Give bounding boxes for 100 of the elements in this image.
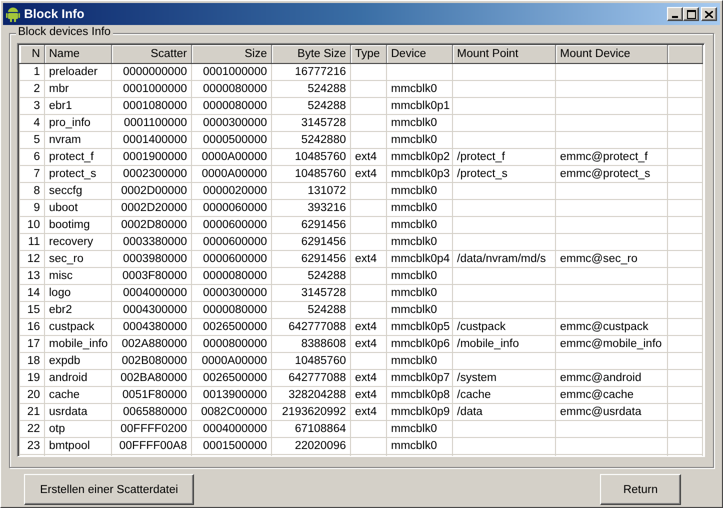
table-cell: 0004000000 (192, 420, 272, 438)
table-cell: 0000A00000 (192, 148, 272, 166)
table-cell: 12 (20, 250, 44, 268)
table-cell: ext4 (350, 148, 386, 166)
column-header[interactable]: Mount Device (556, 45, 668, 64)
table-cell: 0003380000 (112, 234, 192, 250)
create-scatter-button[interactable]: Erstellen einer Scatterdatei (24, 474, 194, 505)
table-cell: uboot (44, 200, 112, 216)
column-header[interactable]: Type (350, 45, 386, 64)
table-cell: 0013900000 (192, 386, 272, 404)
minimize-button[interactable] (667, 7, 683, 21)
column-header[interactable]: Byte Size (272, 45, 350, 64)
table-cell: 0000300000 (192, 114, 272, 132)
table-cell: 0082C00000 (192, 404, 272, 420)
table-cell: 0000020000 (192, 182, 272, 200)
return-button[interactable]: Return (600, 474, 681, 505)
table-cell: mmcblk0 (386, 302, 452, 318)
group-title: Block devices Info (16, 26, 113, 38)
table-cell: sec_ro (44, 250, 112, 268)
table-cell: 524288 (272, 268, 350, 284)
table-cell: emmc@android (556, 370, 668, 386)
table-cell: 328204288 (272, 386, 350, 404)
table-cell: 0000600000 (192, 250, 272, 268)
table-cell: emmc@custpack (556, 318, 668, 336)
table-cell: mmcblk0 (386, 352, 452, 370)
table-cell: 7 (20, 166, 44, 182)
table-cell: mmcblk0p5 (386, 318, 452, 336)
column-header[interactable]: Name (44, 45, 112, 64)
table-cell: mmcblk0 (386, 200, 452, 216)
column-header[interactable]: Size (192, 45, 272, 64)
table-cell: 2 (20, 80, 44, 98)
table-cell: 0001000000 (112, 80, 192, 98)
table-cell: 9 (20, 200, 44, 216)
table-cell: emmc@usrdata (556, 404, 668, 420)
table-cell: mmcblk0 (386, 114, 452, 132)
table-cell: 0000800000 (192, 336, 272, 352)
column-header[interactable]: N (20, 45, 44, 64)
table-cell: 16 (20, 318, 44, 336)
table-cell: 18 (20, 352, 44, 370)
table-cell: 17 (20, 336, 44, 352)
table-cell: ext4 (350, 318, 386, 336)
table-cell: 0000600000 (192, 216, 272, 234)
table-cell: custpack (44, 318, 112, 336)
table-cell: 0001500000 (192, 438, 272, 454)
table-cell: android (44, 370, 112, 386)
table-cell: 524288 (272, 302, 350, 318)
table-cell: emmc@protect_s (556, 166, 668, 182)
column-header[interactable]: Mount Point (452, 45, 556, 64)
close-button[interactable] (701, 7, 717, 21)
table-cell: 1 (20, 64, 44, 80)
table-cell: 22020096 (272, 438, 350, 454)
table-cell: 0026500000 (192, 370, 272, 386)
table-cell: 23 (20, 438, 44, 454)
table-cell: mmcblk0 (386, 284, 452, 302)
table-cell: mmcblk0 (386, 234, 452, 250)
table-cell: cache (44, 386, 112, 404)
table-cell: /data (452, 404, 556, 420)
table-cell: /protect_f (452, 148, 556, 166)
close-icon (705, 10, 713, 18)
table-cell: 19 (20, 370, 44, 386)
table-cell: bootimg (44, 216, 112, 234)
table-cell: 0003F80000 (112, 268, 192, 284)
table-cell: mmcblk0p7 (386, 370, 452, 386)
table-cell: /system (452, 370, 556, 386)
table-cell: 00FFFF00A8 (112, 438, 192, 454)
table-cell: 00FFFF0200 (112, 420, 192, 438)
table-cell: 5242880 (272, 132, 350, 148)
table-cell: 16777216 (272, 64, 350, 80)
table-cell: 3145728 (272, 284, 350, 302)
table-cell: 6291456 (272, 234, 350, 250)
table-cell: emmc@mobile_info (556, 336, 668, 352)
table-cell: mmcblk0p6 (386, 336, 452, 352)
table-cell: 5 (20, 132, 44, 148)
table-cell: 6291456 (272, 250, 350, 268)
table-cell: 22 (20, 420, 44, 438)
table-cell: mmcblk0p4 (386, 250, 452, 268)
table-cell: 0002D00000 (112, 182, 192, 200)
table-cell: usrdata (44, 404, 112, 420)
table-cell: emmc@sec_ro (556, 250, 668, 268)
table-cell: 13 (20, 268, 44, 284)
table-cell: 2193620992 (272, 404, 350, 420)
table-cell: pro_info (44, 114, 112, 132)
table-cell: emmc@cache (556, 386, 668, 404)
column-header[interactable]: Scatter (112, 45, 192, 64)
table-cell: 0001400000 (112, 132, 192, 148)
table-cell: bmtpool (44, 438, 112, 454)
table-cell: mbr (44, 80, 112, 98)
column-header[interactable]: Device (386, 45, 452, 64)
table-cell: 0000080000 (192, 98, 272, 114)
table-cell: 002A880000 (112, 336, 192, 352)
table-cell: mmcblk0p8 (386, 386, 452, 404)
table-cell: /custpack (452, 318, 556, 336)
table-cell: ebr2 (44, 302, 112, 318)
table-cell: /data/nvram/md/s (452, 250, 556, 268)
table-cell: mmcblk0 (386, 216, 452, 234)
table-cell: 67108864 (272, 420, 350, 438)
table-cell: 10 (20, 216, 44, 234)
maximize-button[interactable] (683, 7, 699, 21)
table-cell: 6 (20, 148, 44, 166)
table-cell: protect_s (44, 166, 112, 182)
